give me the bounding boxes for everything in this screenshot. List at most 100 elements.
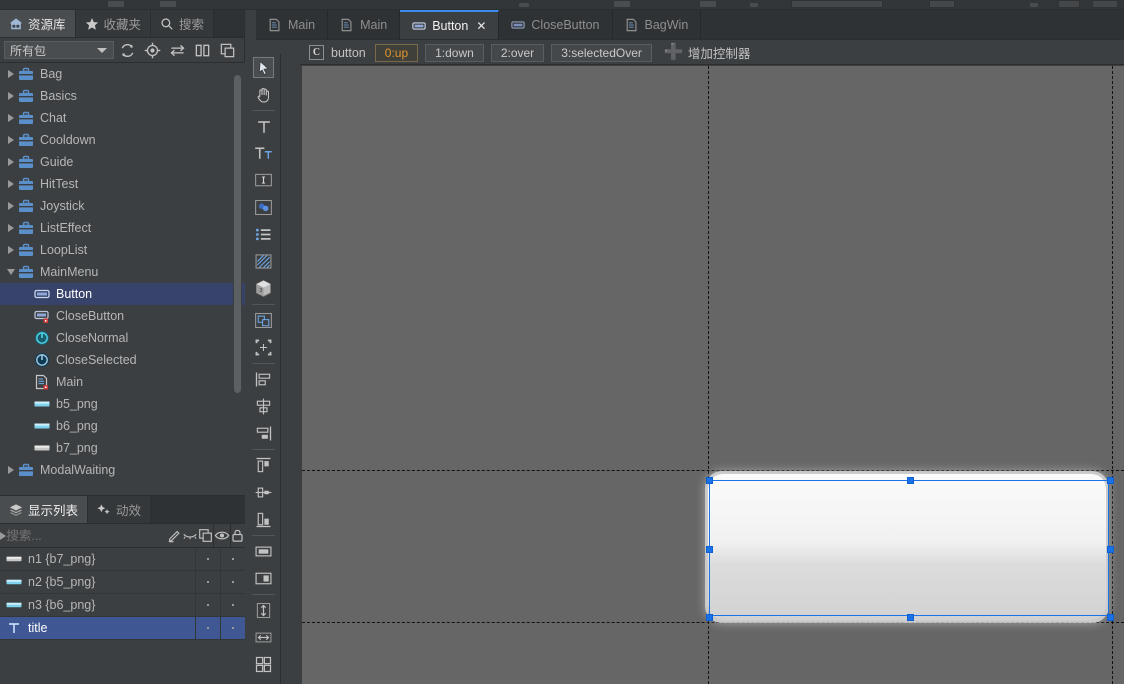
list-item[interactable]: n1 {b7_png} bbox=[0, 547, 245, 571]
tab-resource-library[interactable]: 资源库 bbox=[0, 10, 76, 37]
chevron-right-icon[interactable] bbox=[4, 151, 18, 173]
duplicate-icon[interactable] bbox=[198, 524, 213, 548]
dist-h[interactable] bbox=[246, 538, 281, 565]
chevron-right-icon[interactable] bbox=[4, 217, 18, 239]
list-tool[interactable] bbox=[246, 221, 281, 248]
edit-icon[interactable] bbox=[167, 524, 182, 548]
same-height[interactable] bbox=[246, 597, 281, 624]
controller-page-3-selectedover[interactable]: 3:selectedOver bbox=[551, 43, 652, 62]
tab-main-1[interactable]: Main bbox=[256, 10, 329, 39]
align-center-h[interactable] bbox=[246, 393, 281, 420]
display-list-search-bar bbox=[0, 523, 245, 548]
chevron-right-icon[interactable] bbox=[4, 459, 18, 481]
tree-scrollbar-thumb[interactable] bbox=[234, 75, 241, 393]
tree-item-listeffect[interactable]: ListEffect bbox=[0, 217, 245, 239]
tab-transition[interactable]: 动效 bbox=[88, 496, 152, 523]
list-item[interactable]: n2 {b5_png} bbox=[0, 570, 245, 594]
list-item-lock-toggle[interactable] bbox=[220, 616, 245, 640]
locate-icon[interactable] bbox=[141, 40, 163, 60]
align-bottom[interactable] bbox=[246, 506, 281, 533]
tree-item-label: b7_png bbox=[56, 441, 98, 455]
transform-tool[interactable] bbox=[246, 334, 281, 361]
tree-item-closebutton[interactable]: CloseButton bbox=[0, 305, 245, 327]
align-middle-v[interactable] bbox=[246, 479, 281, 506]
copy-icon[interactable] bbox=[216, 40, 238, 60]
input-tool[interactable] bbox=[246, 167, 281, 194]
graph-tool[interactable] bbox=[246, 248, 281, 275]
eye-icon[interactable] bbox=[214, 524, 230, 548]
package-select[interactable]: 所有包 bbox=[4, 41, 114, 59]
list-item-visible-toggle[interactable] bbox=[195, 570, 220, 594]
tab-button[interactable]: Button ✕ bbox=[400, 10, 500, 39]
tab-search[interactable]: 搜索 bbox=[151, 10, 215, 37]
chevron-down-icon[interactable] bbox=[4, 261, 18, 283]
tree-item-cooldown[interactable]: Cooldown bbox=[0, 129, 245, 151]
hide-all-icon[interactable] bbox=[182, 524, 198, 548]
list-item-lock-toggle[interactable] bbox=[220, 547, 245, 571]
tree-item-bag[interactable]: Bag bbox=[0, 63, 245, 85]
refresh-icon[interactable] bbox=[116, 40, 138, 60]
tree-scrollbar[interactable] bbox=[233, 67, 242, 491]
controller-page-1-down[interactable]: 1:down bbox=[425, 43, 484, 62]
tab-display-list[interactable]: 显示列表 bbox=[0, 496, 89, 523]
hand-tool[interactable] bbox=[246, 81, 281, 108]
tree-item-closeselected[interactable]: CloseSelected bbox=[0, 349, 245, 371]
grid-tool[interactable] bbox=[246, 651, 281, 678]
text-tool[interactable] bbox=[246, 113, 281, 140]
group-tool[interactable] bbox=[246, 307, 281, 334]
align-left[interactable] bbox=[246, 366, 281, 393]
align-top[interactable] bbox=[246, 452, 281, 479]
tree-item-chat[interactable]: Chat bbox=[0, 107, 245, 129]
add-controller-button[interactable]: ➕ 增加控制器 bbox=[664, 43, 750, 62]
chevron-right-icon[interactable] bbox=[4, 107, 18, 129]
chevron-right-icon[interactable] bbox=[4, 129, 18, 151]
controller-page-0-up[interactable]: 0:up bbox=[374, 43, 419, 62]
tree-item-basics[interactable]: Basics bbox=[0, 85, 245, 107]
list-item-visible-toggle[interactable] bbox=[195, 616, 220, 640]
list-item-visible-toggle[interactable] bbox=[195, 593, 220, 617]
design-canvas[interactable] bbox=[302, 66, 1124, 684]
list-item[interactable]: n3 {b6_png} bbox=[0, 593, 245, 617]
list-item[interactable]: title bbox=[0, 616, 245, 640]
search-input[interactable] bbox=[6, 528, 168, 543]
tree-item-b5-png[interactable]: b5_png bbox=[0, 393, 245, 415]
list-item-lock-toggle[interactable] bbox=[220, 593, 245, 617]
tree-item-mainmenu[interactable]: MainMenu bbox=[0, 261, 245, 283]
tab-favorites[interactable]: 收藏夹 bbox=[76, 10, 152, 37]
tab-bagwin[interactable]: BagWin bbox=[613, 10, 702, 39]
tree-item-modalwaiting[interactable]: ModalWaiting bbox=[0, 459, 245, 481]
tree-item-main[interactable]: Main bbox=[0, 371, 245, 393]
same-width[interactable] bbox=[246, 624, 281, 651]
chevron-right-icon[interactable] bbox=[4, 85, 18, 107]
tree-item-button[interactable]: Button bbox=[0, 283, 245, 305]
dist-v[interactable] bbox=[246, 565, 281, 592]
controller-page-2-over[interactable]: 2:over bbox=[490, 43, 545, 62]
tree-item-b7-png[interactable]: b7_png bbox=[0, 437, 245, 459]
tree-item-hittest[interactable]: HitTest bbox=[0, 173, 245, 195]
tree-item-looplist[interactable]: LoopList bbox=[0, 239, 245, 261]
display-list[interactable]: n1 {b7_png} n2 {b5_png} n3 {b6_png} titl… bbox=[0, 547, 245, 640]
lock-icon[interactable] bbox=[230, 524, 245, 548]
close-icon[interactable]: ✕ bbox=[476, 19, 486, 33]
tab-main-2[interactable]: Main bbox=[328, 10, 401, 39]
component-tool[interactable]: 3 bbox=[246, 275, 281, 302]
library-tree[interactable]: Bag Basics Chat Cooldown Guide HitTest J… bbox=[0, 63, 245, 495]
tree-item-closenormal[interactable]: CloseNormal bbox=[0, 327, 245, 349]
align-right[interactable] bbox=[246, 420, 281, 447]
pointer-tool[interactable] bbox=[246, 54, 281, 81]
chevron-right-icon[interactable] bbox=[4, 63, 18, 85]
button-component-art[interactable] bbox=[708, 474, 1106, 620]
tree-item-b6-png[interactable]: b6_png bbox=[0, 415, 245, 437]
swap-icon[interactable] bbox=[166, 40, 188, 60]
chevron-right-icon[interactable] bbox=[4, 173, 18, 195]
chevron-right-icon[interactable] bbox=[4, 195, 18, 217]
list-item-visible-toggle[interactable] bbox=[195, 547, 220, 571]
richtext-tool[interactable] bbox=[246, 140, 281, 167]
columns-icon[interactable] bbox=[191, 40, 213, 60]
tree-item-joystick[interactable]: Joystick bbox=[0, 195, 245, 217]
list-item-lock-toggle[interactable] bbox=[220, 570, 245, 594]
chevron-right-icon[interactable] bbox=[4, 239, 18, 261]
tree-item-guide[interactable]: Guide bbox=[0, 151, 245, 173]
loader-tool[interactable] bbox=[246, 194, 281, 221]
tab-closebutton[interactable]: CloseButton bbox=[499, 10, 613, 39]
